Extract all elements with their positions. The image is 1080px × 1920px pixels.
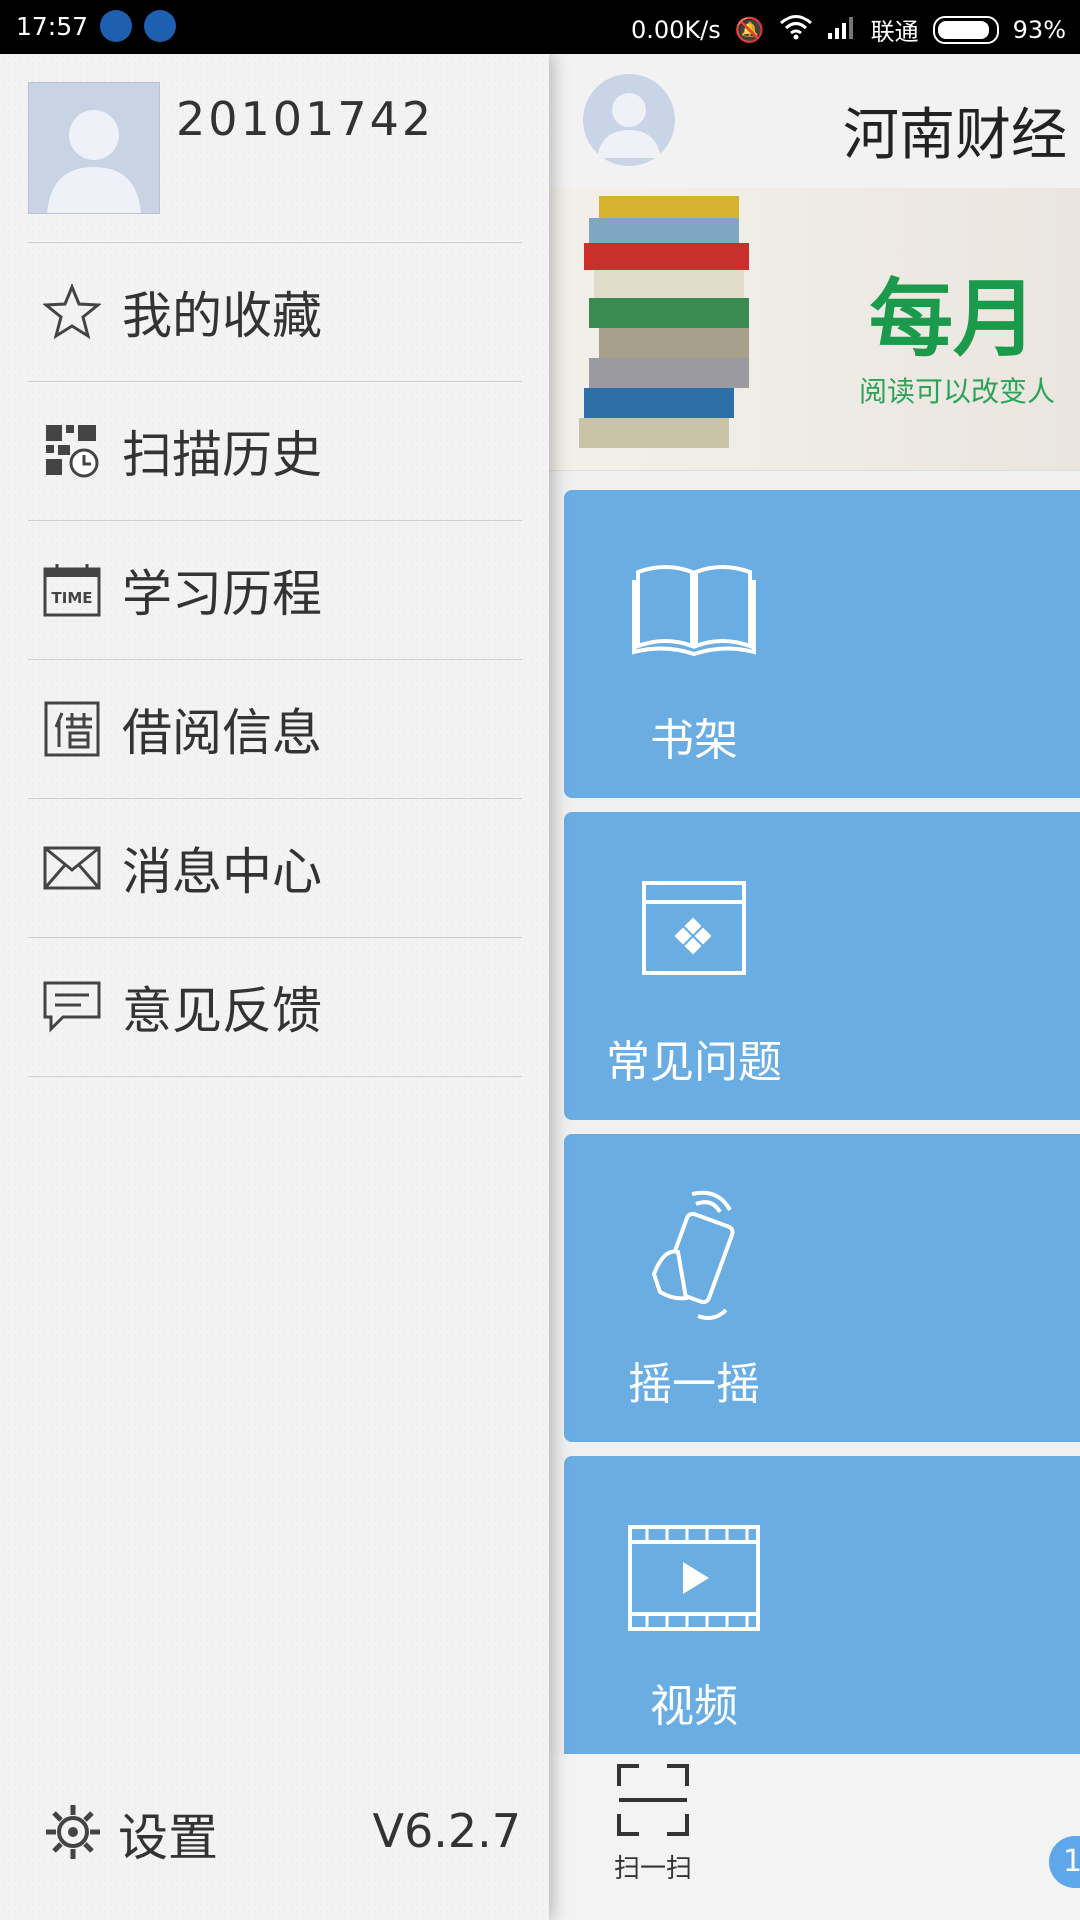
menu-label: 学习历程 (122, 565, 322, 623)
feature-tiles: 书架 常见问题 摇一摇 视频 (564, 490, 1080, 1778)
status-time: 17:57 (16, 12, 89, 41)
envelope-icon (42, 838, 102, 898)
time-calendar-icon: TIME (42, 560, 102, 620)
user-icon (47, 110, 141, 213)
menu-item-scan-history[interactable]: 扫描历史 (28, 382, 522, 521)
menu-label: 消息中心 (122, 843, 322, 901)
main-panel: 河南财经 每月 阅读可以改变人 书架 常见问题 摇一摇 视频 扫一扫 1 (549, 54, 1080, 1920)
borrow-icon (42, 699, 102, 759)
carrier-name: 联通 (870, 18, 919, 46)
gear-icon (44, 1803, 102, 1865)
app-version: V6.2.7 (372, 1804, 521, 1858)
top-bar: 河南财经 (549, 54, 1080, 189)
banner-headline: 每月 (869, 270, 1038, 368)
settings-button[interactable]: 设置 (44, 1798, 218, 1870)
svg-text:TIME: TIME (52, 589, 93, 607)
status-bar: 17:57 0.00K/s 🔕 联通 93% (0, 0, 1080, 54)
video-icon (564, 1524, 824, 1634)
faq-window-icon (564, 880, 824, 990)
menu-label: 我的收藏 (122, 287, 322, 345)
side-drawer: 20101742 我的收藏 扫描历史 TIME 学习历程 借阅信息 消息中心 意… (0, 54, 549, 1920)
battery-icon (932, 15, 999, 44)
wifi-app-icon (144, 10, 176, 42)
scan-label: 扫一扫 (613, 1854, 692, 1884)
signal-icon (827, 15, 857, 45)
mute-icon: 🔕 (734, 15, 765, 44)
menu-label: 借阅信息 (122, 704, 322, 762)
menu-label: 意见反馈 (122, 982, 322, 1040)
profile[interactable] (28, 82, 160, 214)
banner[interactable]: 每月 阅读可以改变人 (549, 188, 1080, 471)
feedback-icon (42, 977, 102, 1037)
avatar[interactable] (28, 82, 160, 214)
scan-button[interactable]: 扫一扫 (613, 1762, 693, 1885)
tile-faq[interactable]: 常见问题 (564, 812, 1080, 1120)
shake-phone-icon (564, 1188, 824, 1328)
drawer-menu: 我的收藏 扫描历史 TIME 学习历程 借阅信息 消息中心 意见反馈 (28, 242, 522, 1077)
menu-item-learning-history[interactable]: TIME 学习历程 (28, 521, 522, 660)
banner-subtitle: 阅读可以改变人 (859, 375, 1056, 408)
menu-item-borrow-info[interactable]: 借阅信息 (28, 660, 522, 799)
menu-label: 扫描历史 (122, 426, 322, 484)
tile-label: 常见问题 (606, 1037, 782, 1088)
network-speed: 0.00K/s (631, 15, 721, 44)
header-avatar[interactable] (583, 74, 675, 166)
page-title: 河南财经 (843, 103, 1067, 168)
qr-history-icon (42, 421, 102, 481)
star-icon (42, 282, 102, 342)
menu-item-feedback[interactable]: 意见反馈 (28, 938, 522, 1077)
username: 20101742 (176, 92, 435, 146)
bottom-bar: 扫一扫 1 (549, 1754, 1080, 1920)
settings-label: 设置 (118, 1809, 218, 1867)
scan-icon (617, 1764, 689, 1836)
tile-label: 书架 (650, 715, 738, 766)
menu-item-favorites[interactable]: 我的收藏 (28, 243, 522, 382)
tile-video[interactable]: 视频 (564, 1456, 1080, 1764)
tile-shake[interactable]: 摇一摇 (564, 1134, 1080, 1442)
tile-label: 摇一摇 (628, 1359, 760, 1410)
shield-icon (100, 10, 132, 42)
tile-label: 视频 (650, 1681, 738, 1732)
notification-badge[interactable]: 1 (1049, 1836, 1080, 1888)
user-icon (597, 93, 661, 158)
menu-item-message-center[interactable]: 消息中心 (28, 799, 522, 938)
book-icon (564, 558, 824, 668)
wifi-icon (779, 14, 813, 46)
battery-level: 93% (1012, 15, 1066, 44)
tile-bookshelf[interactable]: 书架 (564, 490, 1080, 798)
